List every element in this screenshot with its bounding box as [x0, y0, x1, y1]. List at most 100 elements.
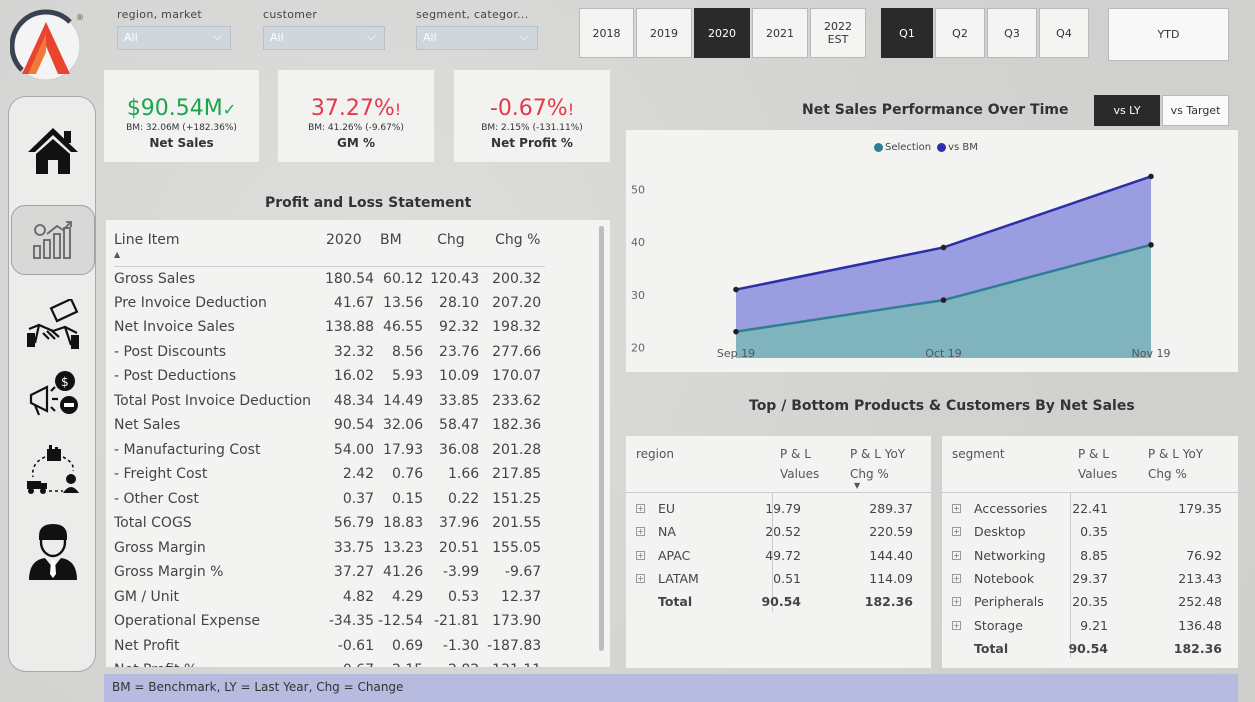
column-header-line-item[interactable]: Line Item ▲ — [114, 226, 320, 266]
nav-item-supply-chain[interactable] — [9, 439, 97, 503]
row-label: EU — [658, 501, 676, 516]
expand-icon[interactable]: + — [952, 527, 961, 537]
region-table: region P & L Values P & L YoY Chg % ▼ + E… — [626, 436, 931, 668]
year-button-2022-est[interactable]: 2022 EST — [810, 8, 866, 58]
table-row[interactable]: - Post Discounts 32.32 8.56 23.76 277.66 — [114, 340, 545, 365]
column-header-bm[interactable]: BM — [378, 226, 427, 266]
column-header-2020[interactable]: 2020 — [320, 226, 378, 266]
expand-icon[interactable]: + — [636, 550, 645, 560]
cell-value: 173.90 — [492, 613, 542, 630]
cell-value: -9.67 — [504, 564, 542, 581]
table-row[interactable]: Net Profit %-0.672.15-2.82-131.11 — [114, 658, 545, 667]
cell-value: -0.61 — [337, 637, 374, 654]
filter-dropdown[interactable]: All ⌵ — [416, 26, 538, 50]
cell-value: 37.27 — [333, 564, 374, 581]
nav-item-finance[interactable] — [9, 211, 97, 269]
expand-icon[interactable]: + — [952, 504, 961, 513]
cell-value: 76.92 — [1186, 547, 1222, 563]
table-row[interactable]: + Networking 8.85 76.92 — [942, 545, 1238, 568]
cell-value: 8.56 — [391, 343, 424, 360]
table-row[interactable]: + EU 19.79 289.37 — [626, 498, 931, 521]
expand-icon[interactable]: + — [952, 620, 961, 630]
cell-value: 5.93 — [391, 368, 424, 385]
quarter-button-q4[interactable]: Q4 — [1039, 8, 1089, 58]
column-header-pl-yoy[interactable]: P & L YoY Chg % — [850, 444, 916, 484]
table-row[interactable]: Total COGS 56.79 18.83 37.96 201.55 — [114, 511, 545, 536]
table-row[interactable]: + Desktop 0.35 — [942, 521, 1238, 544]
filter-customer[interactable]: customer All ⌵ — [263, 8, 385, 50]
row-label: Net Profit % — [114, 658, 320, 667]
row-label: Desktop — [974, 524, 1026, 540]
table-row[interactable]: Net Invoice Sales 138.88 46.55 92.32 198.32 — [114, 315, 545, 340]
cell-value: 4.29 — [391, 588, 424, 605]
cell-value: 0.37 — [342, 490, 374, 507]
table-row[interactable]: Pre Invoice Deduction 41.67 13.56 28.10 207.… — [114, 291, 545, 316]
table-row[interactable]: + Accessories 22.41 179.35 — [942, 498, 1238, 521]
table-row[interactable]: - Post Deductions 16.02 5.93 10.09 170.07 — [114, 364, 545, 389]
table-row[interactable]: - Other Cost 0.37 0.15 0.22 151.25 — [114, 487, 545, 512]
cell-value: 170.07 — [492, 368, 542, 385]
nav-item-sales[interactable] — [9, 293, 97, 357]
ytd-button[interactable]: YTD — [1108, 8, 1229, 61]
nav-item-executive[interactable] — [9, 517, 97, 587]
cell-value: 28.10 — [439, 294, 480, 311]
table-row[interactable]: + LATAM 0.51 114.09 — [626, 568, 931, 591]
row-label: - Post Deductions — [114, 368, 237, 385]
column-header-segment[interactable]: segment — [952, 444, 1005, 464]
table-row[interactable]: + Notebook 29.37 213.43 — [942, 568, 1238, 591]
cell-value: 19.79 — [765, 501, 801, 516]
toggle-vs-target[interactable]: vs Target — [1162, 95, 1229, 126]
quarter-button-q2[interactable]: Q2 — [935, 8, 985, 58]
table-row[interactable]: Gross Margin 33.75 13.23 20.51 155.05 — [114, 536, 545, 561]
expand-icon[interactable]: + — [636, 527, 645, 537]
table-row[interactable]: + Storage 9.21 136.48 — [942, 615, 1238, 638]
row-label: Total Post Invoice Deduction — [114, 392, 312, 409]
expand-icon[interactable]: + — [952, 597, 961, 607]
filter-segment-category[interactable]: segment, categor... All ⌵ — [416, 8, 538, 50]
column-header-pl-values[interactable]: P & L Values — [780, 444, 822, 484]
filter-dropdown[interactable]: All ⌵ — [263, 26, 385, 50]
cell-value: 41.67 — [333, 294, 374, 311]
table-row[interactable]: Gross Sales 180.54 60.12 120.43 200.32 — [114, 266, 545, 291]
row-label: - Other Cost — [114, 490, 199, 507]
table-row[interactable]: - Manufacturing Cost 54.00 17.93 36.08 201.2… — [114, 438, 545, 463]
toggle-vs-ly[interactable]: vs LY — [1094, 95, 1160, 126]
column-header-chg-pct[interactable]: Chg % — [483, 226, 545, 266]
quarter-button-q3[interactable]: Q3 — [987, 8, 1037, 58]
table-row[interactable]: + Peripherals 20.35 252.48 — [942, 591, 1238, 614]
table-row[interactable]: Operational Expense -34.35 -12.54 -21.81 173… — [114, 609, 545, 634]
filter-dropdown[interactable]: All ⌵ — [117, 26, 231, 50]
column-header-region[interactable]: region — [636, 444, 674, 464]
year-button-2019[interactable]: 2019 — [636, 8, 692, 58]
expand-icon[interactable]: + — [952, 573, 961, 583]
vertical-scrollbar[interactable] — [599, 226, 604, 651]
expand-icon[interactable]: + — [636, 504, 645, 513]
supply-chain-icon — [27, 445, 79, 494]
table-row[interactable]: - Freight Cost 2.42 0.76 1.66 217.85 — [114, 462, 545, 487]
year-button-2018[interactable]: 2018 — [579, 8, 634, 58]
table-row[interactable]: Net Sales 90.54 32.06 58.47 182.36 — [114, 413, 545, 438]
cell-value: -131.11 — [483, 658, 545, 667]
table-row[interactable]: + APAC 49.72 144.40 — [626, 545, 931, 568]
column-header-chg[interactable]: Chg — [427, 226, 483, 266]
filter-region-market[interactable]: region, market All ⌵ — [117, 8, 231, 50]
table-row[interactable]: GM / Unit 4.82 4.29 0.53 12.37 — [114, 585, 545, 610]
nav-item-home[interactable] — [9, 119, 97, 183]
expand-icon[interactable]: + — [952, 550, 961, 560]
year-button-2020[interactable]: 2020 — [694, 8, 750, 58]
cell-value: 289.37 — [869, 501, 913, 516]
table-row[interactable]: Gross Margin % 37.27 41.26 -3.99 -9.67 — [114, 560, 545, 585]
table-row[interactable]: Total Post Invoice Deduction 48.34 14.49 33… — [114, 389, 545, 414]
expand-icon[interactable]: + — [636, 573, 645, 583]
quarter-button-q1[interactable]: Q1 — [881, 8, 933, 58]
cell-value: 144.40 — [869, 547, 913, 563]
column-header-pl-yoy[interactable]: P & L YoY Chg % — [1148, 444, 1214, 484]
cell-value: 12.37 — [501, 588, 542, 605]
table-row[interactable]: Net Profit -0.61 0.69 -1.30 -187.83 — [114, 634, 545, 659]
column-header-pl-values[interactable]: P & L Values — [1078, 444, 1120, 484]
row-label: Net Sales — [114, 417, 181, 434]
table-row[interactable]: + NA 20.52 220.59 — [626, 521, 931, 544]
year-button-2021[interactable]: 2021 — [752, 8, 808, 58]
nav-item-marketing[interactable]: $ — [9, 361, 97, 425]
chart-title: Net Sales Performance Over Time — [802, 102, 1069, 118]
